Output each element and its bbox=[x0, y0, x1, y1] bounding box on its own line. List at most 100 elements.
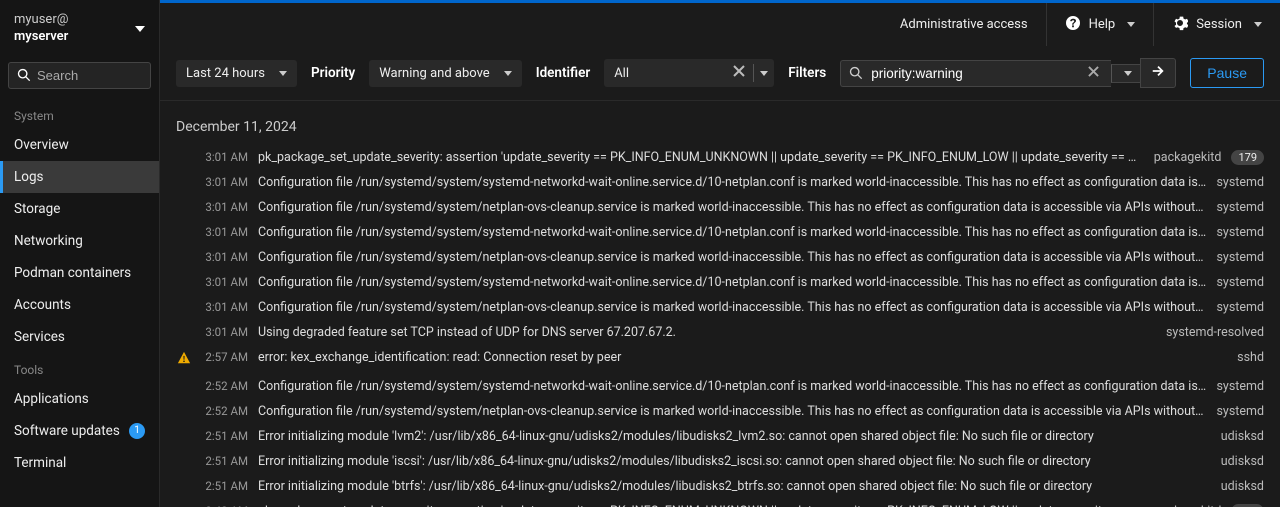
row-service: systemd bbox=[1216, 275, 1264, 290]
caret-down-icon bbox=[279, 71, 287, 76]
section-system-label: System bbox=[0, 99, 159, 129]
row-service: systemd bbox=[1216, 200, 1264, 215]
row-status-icon bbox=[176, 175, 192, 176]
row-message: Configuration file /run/systemd/system/s… bbox=[258, 225, 1206, 240]
nav-accounts[interactable]: Accounts bbox=[0, 289, 159, 321]
log-row[interactable]: 3:01 AMConfiguration file /run/systemd/s… bbox=[176, 220, 1264, 245]
row-time: 3:01 AM bbox=[202, 300, 248, 314]
row-message: Configuration file /run/systemd/system/s… bbox=[258, 175, 1206, 190]
logs-list[interactable]: December 11, 2024 3:01 AMpk_package_set_… bbox=[160, 101, 1280, 507]
time-range-value: Last 24 hours bbox=[186, 66, 265, 81]
sidebar-search-input[interactable] bbox=[37, 68, 142, 83]
nav-software-updates[interactable]: Software updates 1 bbox=[0, 415, 159, 447]
row-status-icon bbox=[176, 504, 192, 505]
row-time: 3:01 AM bbox=[202, 175, 248, 189]
row-time: 2:52 AM bbox=[202, 404, 248, 418]
row-service: sshd bbox=[1237, 350, 1264, 365]
filter-submit-button[interactable] bbox=[1140, 58, 1176, 88]
sidebar-search[interactable] bbox=[8, 62, 151, 89]
log-row[interactable]: 3:01 AM Configuration file /run/systemd/s… bbox=[176, 170, 1264, 195]
priority-label: Priority bbox=[311, 65, 355, 81]
nav-terminal[interactable]: Terminal bbox=[0, 447, 159, 479]
filters-label: Filters bbox=[788, 65, 826, 81]
nav-label: Networking bbox=[14, 233, 83, 249]
arrow-right-icon bbox=[1151, 64, 1165, 78]
row-status-icon bbox=[176, 325, 192, 326]
row-time: 2:51 AM bbox=[202, 429, 248, 443]
caret-down-icon bbox=[1254, 22, 1262, 27]
row-time: 2:51 AM bbox=[202, 479, 248, 493]
row-time: 2:51 AM bbox=[202, 454, 248, 468]
warning-icon bbox=[177, 351, 191, 369]
nav-label: Logs bbox=[14, 169, 44, 185]
row-service: systemd bbox=[1216, 225, 1264, 240]
nav-overview[interactable]: Overview bbox=[0, 129, 159, 161]
row-message: Configuration file /run/systemd/system/s… bbox=[258, 379, 1206, 394]
log-row[interactable]: 2:57 AMerror: kex_exchange_identificatio… bbox=[176, 345, 1264, 374]
row-service: udisksd bbox=[1221, 454, 1264, 469]
time-range-select[interactable]: Last 24 hours bbox=[176, 60, 297, 87]
log-row[interactable]: 2:52 AM Configuration file /run/systemd/s… bbox=[176, 374, 1264, 399]
log-row[interactable]: 3:01 AMConfiguration file /run/systemd/s… bbox=[176, 270, 1264, 295]
row-message: Configuration file /run/systemd/system/n… bbox=[258, 404, 1206, 419]
row-status-icon bbox=[176, 225, 192, 226]
nav-services[interactable]: Services bbox=[0, 321, 159, 353]
row-status-icon bbox=[176, 200, 192, 201]
sidebar: myuser@ myserver System Overview Logs St… bbox=[0, 0, 160, 507]
caret-down-icon bbox=[760, 71, 768, 76]
log-row[interactable]: 2:52 AM Configuration file /run/systemd/s… bbox=[176, 399, 1264, 424]
priority-value: Warning and above bbox=[379, 66, 489, 81]
identifier-select[interactable]: All bbox=[604, 59, 774, 87]
session-label: Session bbox=[1196, 17, 1242, 32]
nav-applications[interactable]: Applications bbox=[0, 383, 159, 415]
row-message: Configuration file /run/systemd/system/n… bbox=[258, 300, 1206, 315]
help-menu[interactable]: Help bbox=[1046, 3, 1154, 46]
log-row[interactable]: 3:01 AMpk_package_set_update_severity: a… bbox=[176, 145, 1264, 170]
row-status-icon bbox=[176, 300, 192, 301]
caret-down-icon bbox=[135, 26, 145, 32]
row-message: Configuration file /run/systemd/system/s… bbox=[258, 275, 1206, 290]
identifier-label: Identifier bbox=[536, 65, 591, 81]
gear-icon bbox=[1172, 15, 1188, 35]
log-row[interactable]: 2:51 AMError initializing module 'iscsi'… bbox=[176, 449, 1264, 474]
row-service: systemd bbox=[1216, 300, 1264, 315]
row-message: error: kex_exchange_identification: read… bbox=[258, 350, 1227, 365]
log-row[interactable]: 2:42 AMpk_package_set_update_severity: a… bbox=[176, 499, 1264, 507]
host-switcher[interactable]: myuser@ myserver bbox=[0, 0, 159, 56]
row-status-icon bbox=[176, 404, 192, 405]
log-row[interactable]: 2:51 AMError initializing module 'lvm2':… bbox=[176, 424, 1264, 449]
filter-input-wrap[interactable] bbox=[840, 60, 1111, 87]
log-row[interactable]: 3:01 AM Configuration file /run/systemd/s… bbox=[176, 295, 1264, 320]
nav-label: Services bbox=[14, 329, 65, 345]
row-status-icon bbox=[176, 379, 192, 380]
separator bbox=[753, 64, 754, 82]
nav-networking[interactable]: Networking bbox=[0, 225, 159, 257]
date-header: December 11, 2024 bbox=[176, 115, 1264, 145]
log-row[interactable]: 2:51 AMError initializing module 'btrfs'… bbox=[176, 474, 1264, 499]
row-status-icon bbox=[176, 250, 192, 251]
nav-storage[interactable]: Storage bbox=[0, 193, 159, 225]
host-name: myserver bbox=[14, 29, 68, 46]
row-service: packagekitd bbox=[1154, 150, 1222, 165]
session-menu[interactable]: Session bbox=[1153, 3, 1280, 46]
log-row[interactable]: 3:01 AMConfiguration file /run/systemd/s… bbox=[176, 245, 1264, 270]
row-message: Using degraded feature set TCP instead o… bbox=[258, 325, 1156, 340]
help-label: Help bbox=[1089, 17, 1116, 32]
row-status-icon bbox=[176, 429, 192, 430]
row-service: systemd-resolved bbox=[1166, 325, 1264, 340]
row-time: 2:52 AM bbox=[202, 379, 248, 393]
admin-access-button[interactable]: Administrative access bbox=[882, 3, 1046, 46]
filter-input[interactable] bbox=[871, 66, 1076, 81]
filter-clear-button[interactable] bbox=[1084, 66, 1103, 81]
log-row[interactable]: 3:01 AMUsing degraded feature set TCP in… bbox=[176, 320, 1264, 345]
identifier-clear-button[interactable] bbox=[727, 63, 751, 83]
filter-options-button[interactable] bbox=[1111, 64, 1140, 83]
priority-select[interactable]: Warning and above bbox=[369, 60, 521, 87]
row-status-icon bbox=[176, 350, 192, 369]
search-icon bbox=[17, 68, 31, 82]
log-row[interactable]: 3:01 AMConfiguration file /run/systemd/s… bbox=[176, 195, 1264, 220]
caret-down-icon bbox=[504, 71, 512, 76]
pause-button[interactable]: Pause bbox=[1190, 58, 1264, 88]
nav-podman[interactable]: Podman containers bbox=[0, 257, 159, 289]
nav-logs[interactable]: Logs bbox=[0, 161, 159, 193]
